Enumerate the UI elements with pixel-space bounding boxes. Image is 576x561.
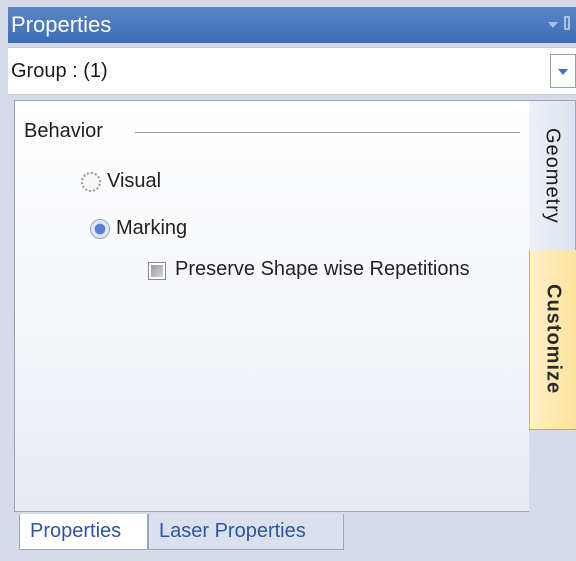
object-selector-dropdown[interactable]: Group : (1) (8, 47, 576, 95)
pin-icon[interactable] (564, 16, 570, 30)
tab-laser-properties[interactable]: Laser Properties (148, 514, 344, 550)
tab-customize-label: Customize (542, 284, 565, 395)
radio-visual[interactable]: Visual (81, 170, 161, 193)
preserve-checkbox-label[interactable]: Preserve Shape wise Repetitions (175, 258, 470, 281)
object-selector-value: Group : (1) (11, 60, 108, 82)
tab-properties-label: Properties (30, 520, 122, 542)
behavior-group-label: Behavior (24, 120, 103, 142)
properties-content: Behavior Visual Marking Preserve Shape w… (14, 100, 529, 512)
side-tab-strip: Geometry Customize (529, 100, 576, 520)
radio-button-visual[interactable] (81, 171, 101, 192)
tab-geometry[interactable]: Geometry (529, 100, 576, 250)
radio-button-marking[interactable] (90, 218, 110, 239)
tab-customize[interactable]: Customize (529, 250, 576, 430)
tab-properties[interactable]: Properties (19, 514, 148, 550)
group-divider (135, 132, 520, 133)
radio-marking-label: Marking (116, 217, 188, 239)
behavior-group: Behavior Visual Marking Preserve Shape w… (15, 101, 530, 301)
panel-title-bar: Properties (8, 7, 576, 43)
preserve-checkbox[interactable] (148, 262, 166, 280)
checkbox-indeterminate-mark (151, 265, 163, 277)
panel-title: Properties (11, 12, 112, 37)
radio-visual-label: Visual (107, 170, 162, 192)
title-bar-controls (548, 16, 576, 34)
chevron-down-icon[interactable] (548, 22, 558, 28)
tab-geometry-label: Geometry (541, 127, 564, 224)
chevron-down-icon (558, 69, 568, 75)
properties-panel: Properties Group : (1) Behavior Visual M… (0, 0, 576, 561)
tab-laser-properties-label: Laser Properties (159, 520, 306, 542)
object-selector-button[interactable] (550, 54, 576, 88)
radio-marking[interactable]: Marking (90, 217, 187, 240)
